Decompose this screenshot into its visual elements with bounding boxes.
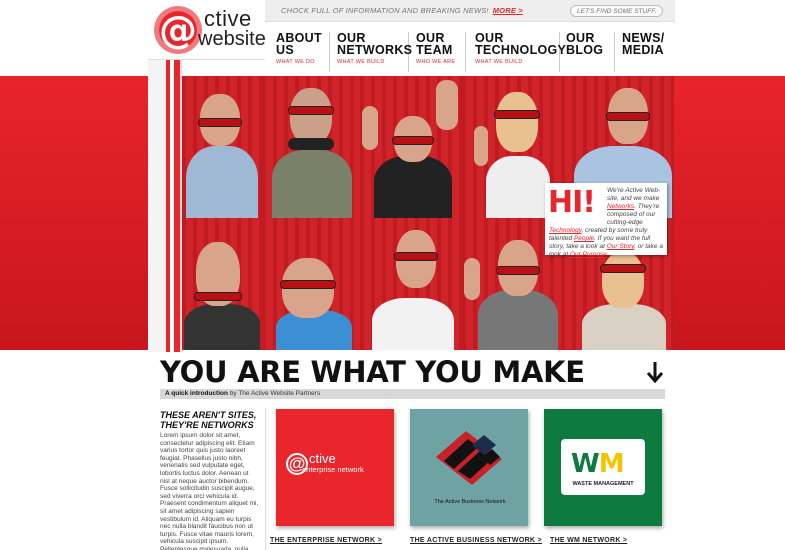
our-purpose-link[interactable]: Our Purpose: [570, 251, 607, 258]
technology-link[interactable]: Technology: [549, 227, 582, 234]
search-input[interactable]: [570, 5, 663, 17]
business-network-logo-icon: [436, 431, 502, 485]
team-photo: [360, 218, 462, 350]
nav-label: OUR TEAM: [416, 31, 453, 57]
nav-label: NEWS/ MEDIA: [622, 31, 665, 57]
wm-network-link[interactable]: THE WM NETWORK >: [550, 537, 627, 544]
card-logo-text: The Active Business Network: [434, 499, 506, 505]
logo-text-website: website: [198, 28, 266, 50]
our-story-link[interactable]: Our Story: [607, 243, 634, 250]
nav-sublabel: WHAT WE DO: [276, 59, 315, 65]
section-title: THESE AREN'T SITES, THEY'RE NETWORKS: [160, 410, 257, 430]
nav-label: OUR TECHNOLOGY: [475, 31, 567, 57]
wm-logo: WM WASTE MANAGEMENT: [561, 439, 645, 495]
wm-network-card[interactable]: WM WASTE MANAGEMENT: [544, 409, 662, 526]
nav-our-team[interactable]: OUR TEAM WHO WE ARE: [410, 32, 466, 72]
tagline: CHOCK FULL OF INFORMATION AND BREAKING N…: [281, 6, 523, 15]
nav-our-blog[interactable]: OUR BLOG: [560, 32, 615, 72]
team-photo: [262, 218, 360, 350]
column-divider: [265, 408, 266, 550]
wm-logo-subtext: WASTE MANAGEMENT: [572, 481, 634, 487]
nav-sublabel: WHAT WE BUILD: [337, 59, 385, 65]
decorative-ribbon: [148, 60, 182, 352]
arrow-down-icon[interactable]: [645, 360, 665, 384]
nav-our-networks[interactable]: OUR NETWORKS WHAT WE BUILD: [331, 31, 413, 72]
nav-label: OUR NETWORKS: [337, 31, 413, 57]
team-photo: [262, 76, 360, 218]
intro-bar: A quick introduction by The Active Websi…: [160, 389, 665, 399]
enterprise-network-card[interactable]: @ ctive enterprise network: [276, 409, 394, 526]
section-body-text: Lorem ipsum dolor sit amet, consectetur …: [160, 432, 259, 550]
business-network-card[interactable]: The Active Business Network: [410, 409, 528, 526]
nav-label: OUR BLOG: [566, 31, 604, 57]
site-logo[interactable]: @ ctive website: [148, 0, 266, 60]
more-link[interactable]: MORE >: [493, 6, 523, 15]
people-link[interactable]: People: [574, 235, 594, 242]
team-photo: [182, 218, 262, 350]
nav-sublabel: WHAT WE BUILD: [475, 59, 523, 65]
page-headline: YOU ARE WHAT YOU MAKE: [160, 355, 585, 389]
enterprise-network-link[interactable]: THE ENTERPRISE NETWORK >: [270, 537, 382, 544]
nav-news-media[interactable]: NEWS/ MEDIA: [616, 32, 671, 72]
networks-link[interactable]: Networks: [607, 203, 634, 210]
card-logo-text: ctive: [309, 451, 336, 466]
nav-label: ABOUT US: [276, 31, 322, 57]
nav-our-technology[interactable]: OUR TECHNOLOGY WHAT WE BUILD: [469, 31, 567, 72]
wm-letters: WM: [571, 449, 625, 479]
card-logo-subtext: enterprise network: [302, 465, 364, 474]
team-photo: [360, 76, 462, 218]
team-photo: [182, 76, 262, 218]
nav-sublabel: WHO WE ARE: [416, 59, 456, 65]
intro-callout: HI! We're Active Web- site, and we make …: [545, 183, 667, 258]
hi-heading: HI!: [548, 185, 596, 220]
top-bar: CHOCK FULL OF INFORMATION AND BREAKING N…: [265, 0, 675, 22]
nav-about-us[interactable]: ABOUT US WHAT WE DO: [270, 32, 330, 72]
logo-at-icon: @: [154, 6, 202, 54]
business-network-link[interactable]: THE ACTIVE BUSINESS NETWORK >: [410, 537, 542, 544]
